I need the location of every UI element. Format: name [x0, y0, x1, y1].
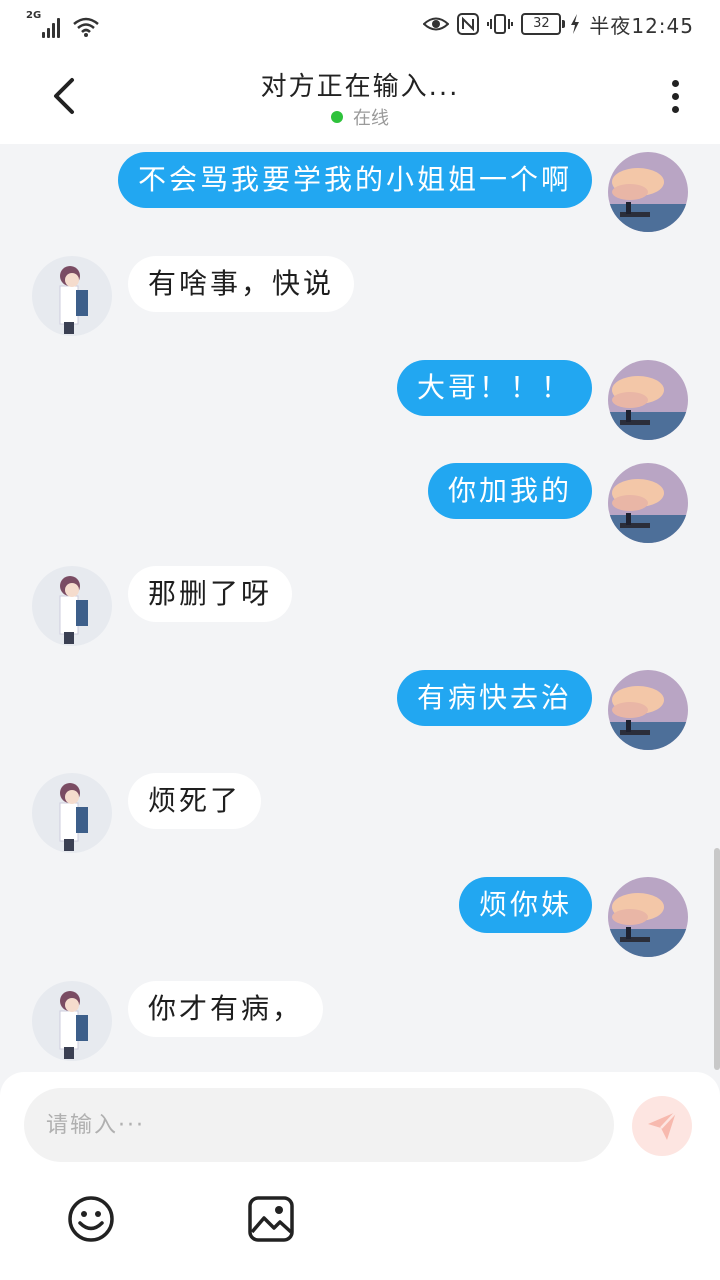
status-left: 2G [26, 10, 100, 38]
message-row: 烦你妹 [0, 877, 720, 967]
message-bubble-sent[interactable]: 烦你妹 [458, 877, 592, 933]
online-status-label: 在线 [353, 108, 389, 129]
wifi-icon [73, 17, 99, 37]
message-row: 那删了呀 [0, 566, 720, 656]
more-options-button[interactable] [660, 72, 690, 120]
my-avatar[interactable] [608, 877, 688, 957]
message-row: 大哥！！！ [0, 360, 720, 450]
network-type: 2G [26, 10, 42, 21]
contact-avatar[interactable] [32, 981, 112, 1061]
image-button[interactable] [246, 1194, 296, 1244]
send-button[interactable] [632, 1096, 692, 1156]
avatar-sunset-icon [608, 670, 688, 750]
battery-icon: 32 [521, 13, 566, 35]
my-avatar[interactable] [608, 360, 688, 440]
charging-icon [571, 14, 580, 34]
my-avatar[interactable] [608, 152, 688, 232]
avatar-boy-icon [32, 566, 112, 646]
avatar-sunset-icon [608, 360, 688, 440]
message-row: 烦死了 [0, 773, 720, 863]
signal-icon [42, 16, 60, 38]
status-bar: 2G 32 半夜12:45 [0, 0, 720, 48]
composer [0, 1072, 720, 1280]
online-dot-icon [331, 111, 343, 123]
avatar-sunset-icon [608, 877, 688, 957]
message-list[interactable]: 不会骂我要学我的小姐姐一个啊 有啥事，快说 大哥！！！ 你加我的 那删了呀 有病… [0, 144, 720, 1072]
message-bubble-sent[interactable]: 不会骂我要学我的小姐姐一个啊 [117, 152, 592, 208]
message-row: 你加我的 [0, 463, 720, 553]
message-row: 你才有病， [0, 981, 720, 1071]
contact-avatar[interactable] [32, 566, 112, 646]
contact-avatar[interactable] [32, 773, 112, 853]
eye-icon [423, 17, 450, 31]
more-vertical-icon [671, 79, 679, 87]
message-input[interactable] [24, 1088, 614, 1162]
image-icon [248, 1196, 294, 1242]
avatar-boy-icon [32, 981, 112, 1061]
my-avatar[interactable] [608, 670, 688, 750]
chat-header: 对方正在输入... 在线 [0, 48, 720, 144]
message-bubble-received[interactable]: 有啥事，快说 [128, 256, 355, 312]
message-bubble-sent[interactable]: 大哥！！！ [396, 360, 592, 416]
status-right: 32 半夜12:45 [423, 10, 694, 38]
avatar-sunset-icon [608, 152, 688, 232]
scrollbar[interactable] [714, 848, 720, 1070]
message-bubble-received[interactable]: 烦死了 [128, 773, 262, 829]
contact-avatar[interactable] [32, 256, 112, 336]
my-avatar[interactable] [608, 463, 688, 543]
message-bubble-received[interactable]: 你才有病， [128, 981, 324, 1037]
avatar-sunset-icon [608, 463, 688, 543]
send-icon [648, 1111, 677, 1140]
vibrate-icon [487, 14, 514, 34]
clock: 半夜12:45 [589, 13, 694, 38]
emoji-icon [68, 1196, 114, 1242]
online-status: 在线 [0, 104, 720, 130]
message-bubble-sent[interactable]: 有病快去治 [396, 670, 592, 726]
message-bubble-sent[interactable]: 你加我的 [427, 463, 592, 519]
avatar-boy-icon [32, 773, 112, 853]
message-row: 有病快去治 [0, 670, 720, 760]
emoji-button[interactable] [66, 1194, 116, 1244]
message-row: 不会骂我要学我的小姐姐一个啊 [0, 152, 720, 242]
message-bubble-received[interactable]: 那删了呀 [128, 566, 293, 622]
chat-title: 对方正在输入... [260, 72, 460, 102]
message-row: 有啥事，快说 [0, 256, 720, 346]
nfc-icon [457, 13, 480, 35]
avatar-boy-icon [32, 256, 112, 336]
